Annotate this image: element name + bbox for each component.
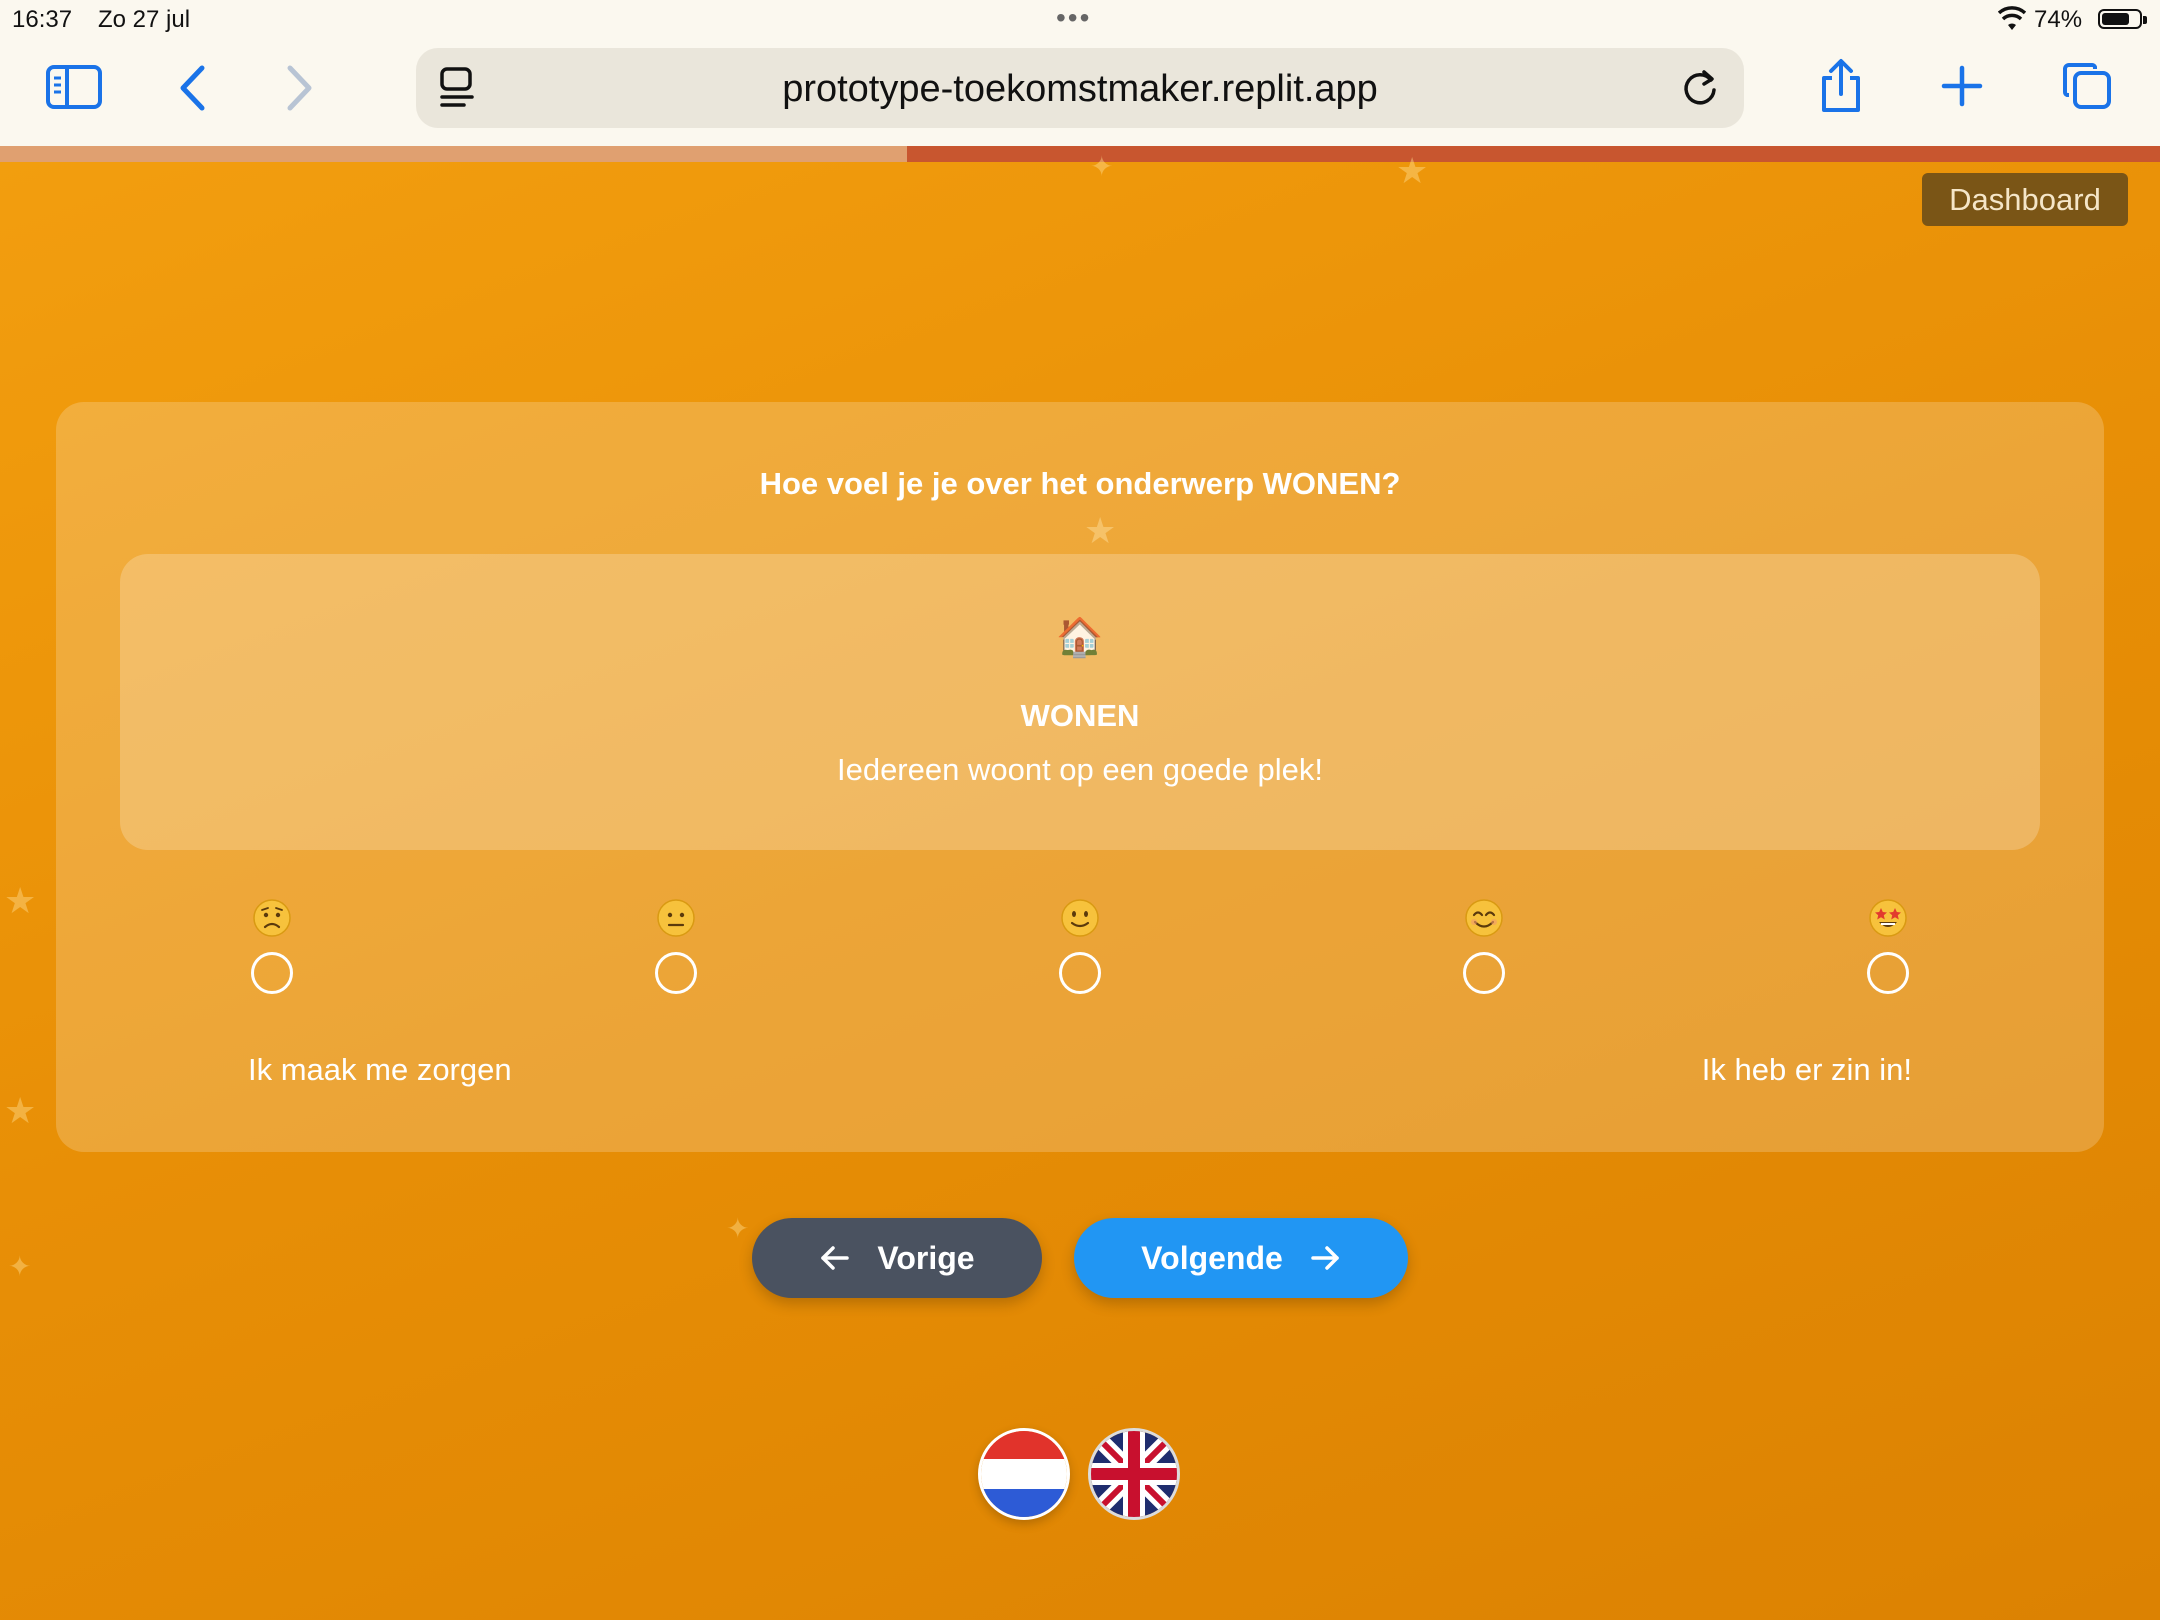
neutral-face-icon (657, 899, 695, 937)
scale-radio-4[interactable] (1463, 952, 1505, 994)
address-bar[interactable]: prototype-toekomstmaker.replit.app (416, 48, 1744, 128)
wifi-icon (1998, 6, 2026, 30)
scale-option-1[interactable] (232, 898, 312, 994)
sidebar-icon[interactable] (44, 60, 104, 114)
progress-bar (0, 146, 2160, 162)
status-bar: 16:37 Zo 27 jul ••• 74% (0, 0, 2160, 40)
scale-option-2[interactable] (636, 898, 716, 994)
topic-title: WONEN (1020, 698, 1140, 733)
previous-label: Vorige (877, 1239, 975, 1276)
forward-icon[interactable] (278, 62, 322, 114)
sparkle-decoration: ✦ (8, 1251, 32, 1282)
worried-face-icon (253, 899, 291, 937)
star-decoration: ★ (4, 1090, 37, 1131)
star-decoration: ★ (1396, 150, 1429, 191)
previous-button[interactable]: Vorige (752, 1218, 1042, 1298)
progress-fill (0, 146, 908, 162)
multitasking-dots[interactable]: ••• (1056, 2, 1091, 34)
scale-label-min: Ik maak me zorgen (248, 1052, 512, 1087)
scale-radio-3[interactable] (1059, 952, 1101, 994)
star-decoration: ★ (4, 880, 37, 921)
next-label: Volgende (1141, 1239, 1283, 1276)
arrow-left-icon (821, 1246, 850, 1270)
slight-smile-icon (1061, 899, 1099, 937)
sparkle-decoration: ✦ (1090, 151, 1114, 182)
next-button[interactable]: Volgende (1074, 1218, 1408, 1298)
share-icon[interactable] (1816, 56, 1866, 116)
tabs-icon[interactable] (2060, 60, 2114, 112)
question-title: Hoe voel je je over het onderwerp WONEN? (759, 466, 1401, 501)
scale-option-4[interactable] (1444, 898, 1524, 994)
question-card: Hoe voel je je over het onderwerp WONEN?… (56, 402, 2104, 1152)
scale-option-5[interactable] (1848, 898, 1928, 994)
smiling-face-icon (1465, 899, 1503, 937)
dutch-flag-icon[interactable] (978, 1428, 1070, 1520)
date: Zo 27 jul (98, 6, 191, 33)
reload-icon[interactable] (1680, 66, 1720, 110)
star-struck-icon (1869, 899, 1907, 937)
house-icon: 🏠 (1056, 617, 1104, 659)
new-tab-icon[interactable] (1940, 64, 1984, 108)
battery-icon (2098, 9, 2147, 29)
scale-radio-2[interactable] (655, 952, 697, 994)
url-text[interactable]: prototype-toekomstmaker.replit.app (416, 68, 1744, 111)
arrow-right-icon (1311, 1246, 1339, 1270)
scale-label-max: Ik heb er zin in! (1701, 1052, 1912, 1087)
topic-box: 🏠 WONEN Iedereen woont op een goede plek… (120, 554, 2040, 850)
dashboard-button[interactable]: Dashboard (1922, 173, 2128, 226)
scale-radio-1[interactable] (251, 952, 293, 994)
battery-percent: 74% (2034, 6, 2083, 33)
topic-description: Iedereen woont op een goede plek! (836, 752, 1324, 787)
browser-toolbar: prototype-toekomstmaker.replit.app (0, 40, 2160, 146)
scale-radio-5[interactable] (1867, 952, 1909, 994)
clock: 16:37 (12, 6, 73, 33)
back-icon[interactable] (170, 62, 214, 114)
scale-option-3[interactable] (1040, 898, 1120, 994)
sparkle-decoration: ✦ (726, 1213, 750, 1244)
uk-flag-icon[interactable] (1088, 1428, 1180, 1520)
